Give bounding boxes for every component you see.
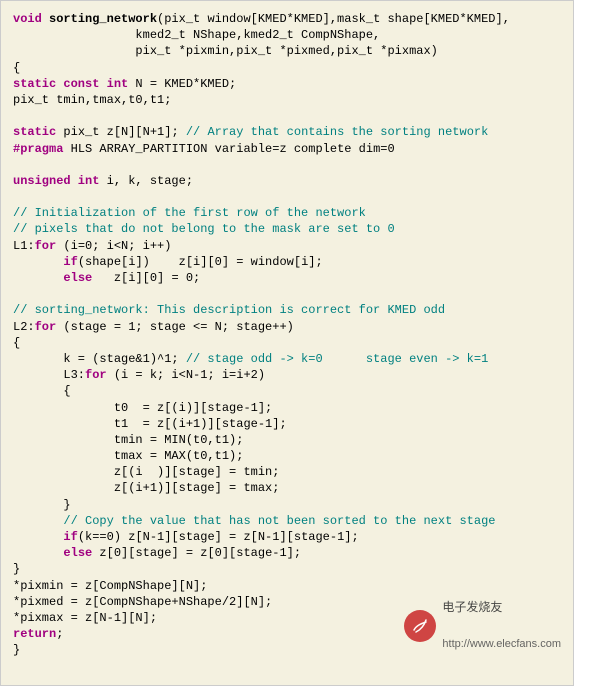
code-text: { <box>13 61 20 75</box>
code-text: z[0][stage] = z[0][stage-1]; <box>92 546 301 560</box>
code-text: kmed2_t NShape,kmed2_t CompNShape, <box>13 28 380 42</box>
code-text: } <box>13 643 20 657</box>
keyword: for <box>35 239 57 253</box>
label: L2: <box>13 320 35 334</box>
code-text: (i = k; i<N-1; i=i+2) <box>107 368 265 382</box>
keyword-void: void <box>13 12 42 26</box>
code-text: pix_t tmin,tmax,t0,t1; <box>13 93 171 107</box>
indent <box>13 546 63 560</box>
code-text: z[i][0] = 0; <box>92 271 200 285</box>
comment: // Array that contains the sorting netwo… <box>186 125 488 139</box>
code-block: void sorting_network(pix_t window[KMED*K… <box>0 0 574 686</box>
code-text: pix_t *pixmin,pix_t *pixmed,pix_t *pixma… <box>13 44 438 58</box>
keyword: return <box>13 627 56 641</box>
keyword: static const int <box>13 77 128 91</box>
code-text: } <box>13 562 20 576</box>
code-text: z[(i+1)][stage] = tmax; <box>13 481 279 495</box>
keyword: for <box>35 320 57 334</box>
code-text: *pixmed = z[CompNShape+NShape/2][N]; <box>13 595 272 609</box>
code-text: } <box>13 498 71 512</box>
indent <box>13 255 63 269</box>
code-text: t0 = z[(i)][stage-1]; <box>13 401 272 415</box>
comment: // pixels that do not belong to the mask… <box>13 222 395 236</box>
code-text: t1 = z[(i+1)][stage-1]; <box>13 417 287 431</box>
label: L1: <box>13 239 35 253</box>
code-text: (i=0; i<N; i++) <box>56 239 171 253</box>
comment: // Copy the value that has not been sort… <box>13 514 495 528</box>
code-text: tmin = MIN(t0,t1); <box>13 433 243 447</box>
watermark: 电子发烧友 http://www.elecfans.com <box>404 577 561 675</box>
code-text: ; <box>56 627 63 641</box>
code-text: (stage = 1; stage <= N; stage++) <box>56 320 294 334</box>
elecfans-logo-icon <box>404 610 436 642</box>
code-text: i, k, stage; <box>99 174 193 188</box>
comment: // sorting_network: This description is … <box>13 303 445 317</box>
indent <box>13 271 63 285</box>
code-text: *pixmin = z[CompNShape][N]; <box>13 579 207 593</box>
code-text: { <box>13 384 71 398</box>
indent <box>13 530 63 544</box>
keyword: for <box>85 368 107 382</box>
comment: // stage odd -> k=0 stage even -> k=1 <box>186 352 488 366</box>
keyword: if <box>63 530 77 544</box>
code-text: HLS ARRAY_PARTITION variable=z complete … <box>63 142 394 156</box>
comment: // Initialization of the first row of th… <box>13 206 366 220</box>
label: L3: <box>13 368 85 382</box>
code-text: N = KMED*KMED; <box>128 77 236 91</box>
watermark-text: 电子发烧友 http://www.elecfans.com <box>442 577 561 675</box>
function-name: sorting_network <box>42 12 157 26</box>
watermark-url: http://www.elecfans.com <box>442 638 561 650</box>
code-text: (k==0) z[N-1][stage] = z[N-1][stage-1]; <box>78 530 359 544</box>
watermark-title: 电子发烧友 <box>442 601 561 614</box>
code-text: tmax = MAX(t0,t1); <box>13 449 243 463</box>
keyword: if <box>63 255 77 269</box>
code-text: (shape[i]) z[i][0] = window[i]; <box>78 255 323 269</box>
keyword: unsigned int <box>13 174 99 188</box>
code-text: z[(i )][stage] = tmin; <box>13 465 279 479</box>
keyword: else <box>63 546 92 560</box>
keyword: static <box>13 125 56 139</box>
code-text: k = (stage&1)^1; <box>13 352 186 366</box>
code-text: pix_t z[N][N+1]; <box>56 125 186 139</box>
code-text: (pix_t window[KMED*KMED],mask_t shape[KM… <box>157 12 510 26</box>
pragma: #pragma <box>13 142 63 156</box>
code-text: { <box>13 336 20 350</box>
code-text: *pixmax = z[N-1][N]; <box>13 611 157 625</box>
keyword: else <box>63 271 92 285</box>
